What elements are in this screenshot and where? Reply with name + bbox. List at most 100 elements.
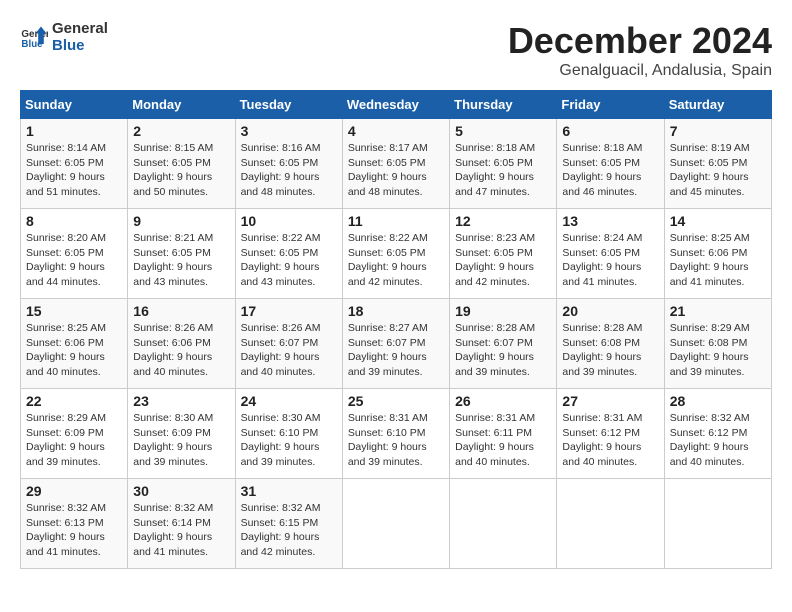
calendar-cell: 5 Sunrise: 8:18 AM Sunset: 6:05 PM Daylig… bbox=[450, 119, 557, 209]
day-info: Sunrise: 8:25 AM Sunset: 6:06 PM Dayligh… bbox=[26, 321, 122, 380]
calendar-week-row: 8 Sunrise: 8:20 AM Sunset: 6:05 PM Daylig… bbox=[21, 209, 772, 299]
calendar-cell: 7 Sunrise: 8:19 AM Sunset: 6:05 PM Daylig… bbox=[664, 119, 771, 209]
day-number: 12 bbox=[455, 213, 551, 229]
day-number: 10 bbox=[241, 213, 337, 229]
logo: General Blue General Blue bbox=[20, 20, 108, 54]
calendar-cell: 26Sunrise: 8:31 AM Sunset: 6:11 PM Dayli… bbox=[450, 389, 557, 479]
day-info: Sunrise: 8:30 AM Sunset: 6:10 PM Dayligh… bbox=[241, 411, 337, 470]
day-info: Sunrise: 8:26 AM Sunset: 6:06 PM Dayligh… bbox=[133, 321, 229, 380]
day-number: 28 bbox=[670, 393, 766, 409]
weekday-header-sunday: Sunday bbox=[21, 91, 128, 119]
calendar-cell: 31Sunrise: 8:32 AM Sunset: 6:15 PM Dayli… bbox=[235, 479, 342, 569]
day-number: 21 bbox=[670, 303, 766, 319]
day-number: 2 bbox=[133, 123, 229, 139]
calendar-cell: 6 Sunrise: 8:18 AM Sunset: 6:05 PM Daylig… bbox=[557, 119, 664, 209]
day-number: 4 bbox=[348, 123, 444, 139]
day-number: 20 bbox=[562, 303, 658, 319]
calendar-cell: 17Sunrise: 8:26 AM Sunset: 6:07 PM Dayli… bbox=[235, 299, 342, 389]
day-info: Sunrise: 8:29 AM Sunset: 6:08 PM Dayligh… bbox=[670, 321, 766, 380]
calendar-cell: 20Sunrise: 8:28 AM Sunset: 6:08 PM Dayli… bbox=[557, 299, 664, 389]
day-info: Sunrise: 8:21 AM Sunset: 6:05 PM Dayligh… bbox=[133, 231, 229, 290]
weekday-header-row: SundayMondayTuesdayWednesdayThursdayFrid… bbox=[21, 91, 772, 119]
calendar-cell: 2 Sunrise: 8:15 AM Sunset: 6:05 PM Daylig… bbox=[128, 119, 235, 209]
day-number: 5 bbox=[455, 123, 551, 139]
calendar-cell: 8 Sunrise: 8:20 AM Sunset: 6:05 PM Daylig… bbox=[21, 209, 128, 299]
weekday-header-monday: Monday bbox=[128, 91, 235, 119]
header: General Blue General Blue December 2024 … bbox=[20, 20, 772, 80]
day-number: 16 bbox=[133, 303, 229, 319]
day-number: 1 bbox=[26, 123, 122, 139]
calendar-cell: 23 Sunrise: 8:30 AM Sunset: 6:09 PM Dayli… bbox=[128, 389, 235, 479]
day-info: Sunrise: 8:22 AM Sunset: 6:05 PM Dayligh… bbox=[348, 231, 444, 290]
day-number: 19 bbox=[455, 303, 551, 319]
calendar-cell: 1 Sunrise: 8:14 AM Sunset: 6:05 PM Daylig… bbox=[21, 119, 128, 209]
weekday-header-friday: Friday bbox=[557, 91, 664, 119]
day-number: 7 bbox=[670, 123, 766, 139]
logo-icon: General Blue bbox=[20, 23, 48, 51]
weekday-header-tuesday: Tuesday bbox=[235, 91, 342, 119]
calendar-cell: 11 Sunrise: 8:22 AM Sunset: 6:05 PM Dayli… bbox=[342, 209, 449, 299]
day-info: Sunrise: 8:24 AM Sunset: 6:05 PM Dayligh… bbox=[562, 231, 658, 290]
day-info: Sunrise: 8:27 AM Sunset: 6:07 PM Dayligh… bbox=[348, 321, 444, 380]
day-number: 22 bbox=[26, 393, 122, 409]
day-info: Sunrise: 8:18 AM Sunset: 6:05 PM Dayligh… bbox=[455, 141, 551, 200]
weekday-header-saturday: Saturday bbox=[664, 91, 771, 119]
day-number: 18 bbox=[348, 303, 444, 319]
day-info: Sunrise: 8:20 AM Sunset: 6:05 PM Dayligh… bbox=[26, 231, 122, 290]
day-number: 14 bbox=[670, 213, 766, 229]
logo-general: General bbox=[52, 20, 108, 37]
calendar-cell: 27Sunrise: 8:31 AM Sunset: 6:12 PM Dayli… bbox=[557, 389, 664, 479]
day-info: Sunrise: 8:30 AM Sunset: 6:09 PM Dayligh… bbox=[133, 411, 229, 470]
day-number: 27 bbox=[562, 393, 658, 409]
day-info: Sunrise: 8:32 AM Sunset: 6:12 PM Dayligh… bbox=[670, 411, 766, 470]
day-number: 31 bbox=[241, 483, 337, 499]
day-number: 23 bbox=[133, 393, 229, 409]
day-info: Sunrise: 8:31 AM Sunset: 6:10 PM Dayligh… bbox=[348, 411, 444, 470]
day-number: 9 bbox=[133, 213, 229, 229]
title-area: December 2024 Genalguacil, Andalusia, Sp… bbox=[508, 20, 772, 80]
day-info: Sunrise: 8:15 AM Sunset: 6:05 PM Dayligh… bbox=[133, 141, 229, 200]
calendar-week-row: 15Sunrise: 8:25 AM Sunset: 6:06 PM Dayli… bbox=[21, 299, 772, 389]
day-info: Sunrise: 8:19 AM Sunset: 6:05 PM Dayligh… bbox=[670, 141, 766, 200]
day-number: 25 bbox=[348, 393, 444, 409]
calendar-cell: 12 Sunrise: 8:23 AM Sunset: 6:05 PM Dayli… bbox=[450, 209, 557, 299]
calendar-cell: 4 Sunrise: 8:17 AM Sunset: 6:05 PM Daylig… bbox=[342, 119, 449, 209]
day-info: Sunrise: 8:16 AM Sunset: 6:05 PM Dayligh… bbox=[241, 141, 337, 200]
calendar-cell: 3 Sunrise: 8:16 AM Sunset: 6:05 PM Daylig… bbox=[235, 119, 342, 209]
calendar-cell: 29 Sunrise: 8:32 AM Sunset: 6:13 PM Dayli… bbox=[21, 479, 128, 569]
day-info: Sunrise: 8:32 AM Sunset: 6:14 PM Dayligh… bbox=[133, 501, 229, 560]
day-info: Sunrise: 8:18 AM Sunset: 6:05 PM Dayligh… bbox=[562, 141, 658, 200]
day-info: Sunrise: 8:14 AM Sunset: 6:05 PM Dayligh… bbox=[26, 141, 122, 200]
day-info: Sunrise: 8:25 AM Sunset: 6:06 PM Dayligh… bbox=[670, 231, 766, 290]
day-number: 6 bbox=[562, 123, 658, 139]
day-number: 30 bbox=[133, 483, 229, 499]
subtitle: Genalguacil, Andalusia, Spain bbox=[508, 62, 772, 80]
calendar-cell bbox=[450, 479, 557, 569]
calendar-table: SundayMondayTuesdayWednesdayThursdayFrid… bbox=[20, 90, 772, 569]
calendar-cell: 14 Sunrise: 8:25 AM Sunset: 6:06 PM Dayli… bbox=[664, 209, 771, 299]
day-info: Sunrise: 8:31 AM Sunset: 6:11 PM Dayligh… bbox=[455, 411, 551, 470]
day-info: Sunrise: 8:23 AM Sunset: 6:05 PM Dayligh… bbox=[455, 231, 551, 290]
day-number: 13 bbox=[562, 213, 658, 229]
calendar-cell: 21 Sunrise: 8:29 AM Sunset: 6:08 PM Dayli… bbox=[664, 299, 771, 389]
day-number: 29 bbox=[26, 483, 122, 499]
day-info: Sunrise: 8:29 AM Sunset: 6:09 PM Dayligh… bbox=[26, 411, 122, 470]
day-info: Sunrise: 8:28 AM Sunset: 6:07 PM Dayligh… bbox=[455, 321, 551, 380]
calendar-cell: 15Sunrise: 8:25 AM Sunset: 6:06 PM Dayli… bbox=[21, 299, 128, 389]
day-number: 3 bbox=[241, 123, 337, 139]
calendar-cell: 19 Sunrise: 8:28 AM Sunset: 6:07 PM Dayli… bbox=[450, 299, 557, 389]
weekday-header-thursday: Thursday bbox=[450, 91, 557, 119]
calendar-cell: 18 Sunrise: 8:27 AM Sunset: 6:07 PM Dayli… bbox=[342, 299, 449, 389]
calendar-cell: 10 Sunrise: 8:22 AM Sunset: 6:05 PM Dayli… bbox=[235, 209, 342, 299]
day-info: Sunrise: 8:22 AM Sunset: 6:05 PM Dayligh… bbox=[241, 231, 337, 290]
day-number: 11 bbox=[348, 213, 444, 229]
calendar-cell: 9 Sunrise: 8:21 AM Sunset: 6:05 PM Daylig… bbox=[128, 209, 235, 299]
calendar-cell: 24 Sunrise: 8:30 AM Sunset: 6:10 PM Dayli… bbox=[235, 389, 342, 479]
calendar-cell bbox=[664, 479, 771, 569]
day-info: Sunrise: 8:17 AM Sunset: 6:05 PM Dayligh… bbox=[348, 141, 444, 200]
day-info: Sunrise: 8:32 AM Sunset: 6:13 PM Dayligh… bbox=[26, 501, 122, 560]
day-number: 8 bbox=[26, 213, 122, 229]
weekday-header-wednesday: Wednesday bbox=[342, 91, 449, 119]
calendar-cell bbox=[557, 479, 664, 569]
day-number: 24 bbox=[241, 393, 337, 409]
